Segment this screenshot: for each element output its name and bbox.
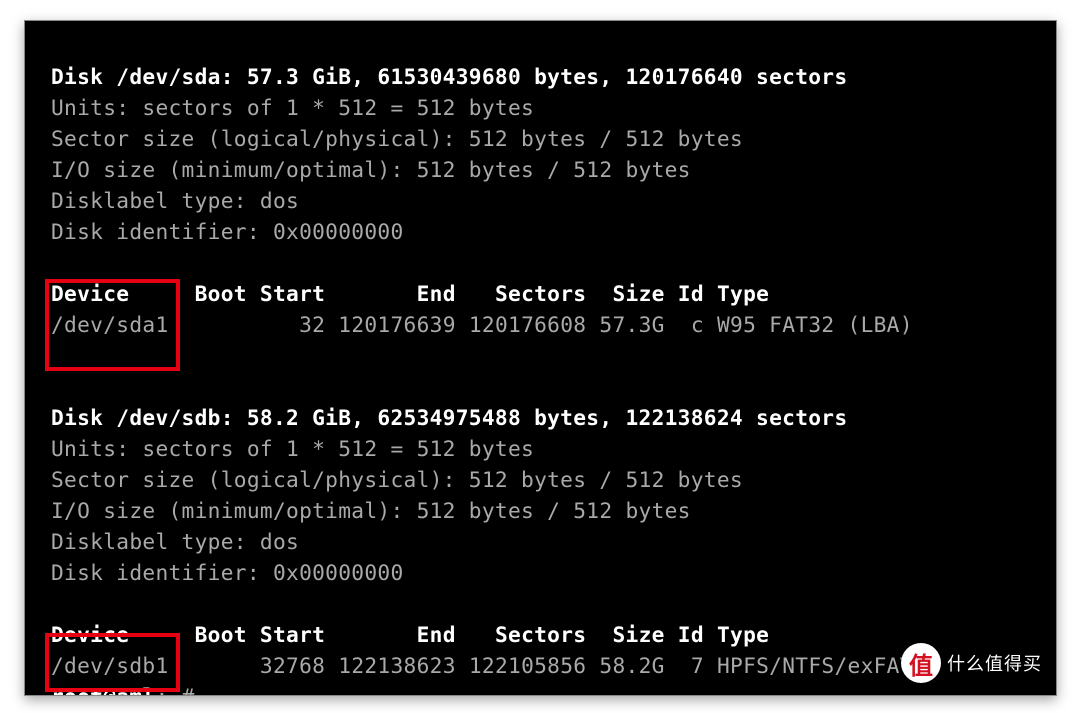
disk-b-th-end: End <box>417 622 456 647</box>
disk-b-part-size: 58.2G <box>599 653 664 678</box>
disk-b-identifier: Disk identifier: 0x00000000 <box>51 560 404 585</box>
disk-a-part-end: 120176639 <box>338 312 456 337</box>
disk-b-th-id: Id <box>678 622 704 647</box>
disk-b-part-start: 32768 <box>260 653 325 678</box>
disk-a-th-sectors: Sectors <box>495 281 586 306</box>
disk-b-th-boot: Boot <box>195 622 247 647</box>
prompt-cwd: :~# <box>155 684 194 696</box>
disk-a-part-start: 32 <box>299 312 325 337</box>
disk-a-label-type: Disklabel type: dos <box>51 188 299 213</box>
disk-a-th-id: Id <box>678 281 704 306</box>
disk-b-label-type: Disklabel type: dos <box>51 529 299 554</box>
disk-b-part-device: /dev/sdb1 <box>51 653 169 678</box>
disk-b-th-start: Start <box>260 622 325 647</box>
prompt-user-host: root@aml <box>51 684 155 696</box>
disk-b-sector-size: Sector size (logical/physical): 512 byte… <box>51 467 743 492</box>
disk-a-io-size: I/O size (minimum/optimal): 512 bytes / … <box>51 157 691 182</box>
disk-b-header: Disk /dev/sdb: 58.2 GiB, 62534975488 byt… <box>51 405 847 430</box>
disk-b-part-id: 7 <box>691 653 704 678</box>
disk-a-th-type: Type <box>717 281 769 306</box>
disk-a-sector-size: Sector size (logical/physical): 512 byte… <box>51 126 743 151</box>
disk-a-part-device: /dev/sda1 <box>51 312 169 337</box>
disk-b-th-device: Device <box>51 622 129 647</box>
disk-a-units: Units: sectors of 1 * 512 = 512 bytes <box>51 95 534 120</box>
disk-a-part-size: 57.3G <box>599 312 664 337</box>
disk-b-io-size: I/O size (minimum/optimal): 512 bytes / … <box>51 498 691 523</box>
disk-b-th-sectors: Sectors <box>495 622 586 647</box>
disk-b-part-end: 122138623 <box>338 653 456 678</box>
disk-a-identifier: Disk identifier: 0x00000000 <box>51 219 404 244</box>
disk-a-th-boot: Boot <box>195 281 247 306</box>
watermark-logo-icon: 值 <box>901 643 941 683</box>
disk-a-th-device: Device <box>51 281 129 306</box>
disk-a-th-end: End <box>417 281 456 306</box>
watermark: 值 什么值得买 <box>901 643 1042 683</box>
terminal-window: Disk /dev/sda: 57.3 GiB, 61530439680 byt… <box>24 20 1057 696</box>
disk-b-th-size: Size <box>612 622 664 647</box>
disk-a-th-size: Size <box>612 281 664 306</box>
disk-b-part-type: HPFS/NTFS/exFAT <box>717 653 913 678</box>
terminal-output[interactable]: Disk /dev/sda: 57.3 GiB, 61530439680 byt… <box>25 21 1056 696</box>
watermark-text: 什么值得买 <box>947 650 1042 676</box>
disk-a-part-id: c <box>691 312 704 337</box>
disk-a-part-type: W95 FAT32 (LBA) <box>717 312 913 337</box>
disk-a-header: Disk /dev/sda: 57.3 GiB, 61530439680 byt… <box>51 64 847 89</box>
disk-a-part-sectors: 120176608 <box>469 312 587 337</box>
disk-b-units: Units: sectors of 1 * 512 = 512 bytes <box>51 436 534 461</box>
disk-b-part-sectors: 122105856 <box>469 653 587 678</box>
disk-b-th-type: Type <box>717 622 769 647</box>
disk-a-th-start: Start <box>260 281 325 306</box>
